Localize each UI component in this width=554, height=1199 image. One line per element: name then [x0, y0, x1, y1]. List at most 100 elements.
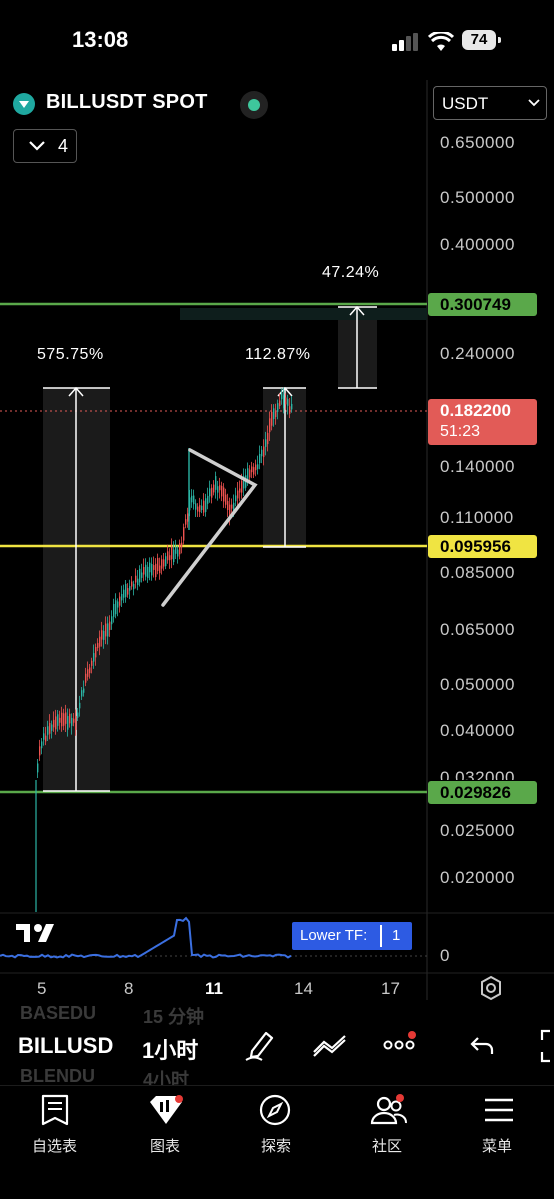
fullscreen-icon[interactable] — [536, 1028, 554, 1064]
candle — [49, 723, 51, 734]
candle — [287, 399, 289, 406]
candle-countdown: 51:23 — [440, 423, 481, 440]
candle — [69, 713, 71, 724]
indicators-icon[interactable] — [312, 1034, 348, 1058]
candle — [187, 513, 189, 522]
candle — [277, 403, 279, 412]
candle — [141, 572, 143, 578]
nav-watchlist[interactable]: 自选表 — [32, 1135, 77, 1156]
candle — [41, 741, 43, 749]
candle — [211, 487, 213, 498]
candle — [51, 724, 53, 731]
candle — [53, 719, 55, 728]
candle — [103, 630, 105, 640]
candle — [109, 621, 111, 630]
nav-chart[interactable]: 图表 — [150, 1135, 180, 1156]
candle — [107, 623, 109, 637]
candle — [67, 716, 69, 730]
indicator-zero-label: 0 — [440, 946, 450, 965]
candle — [81, 690, 83, 697]
candle — [213, 484, 215, 493]
candle — [279, 400, 281, 407]
interval-picker[interactable]: 1小时 — [142, 1033, 198, 1065]
candle — [99, 636, 101, 647]
candle — [115, 600, 117, 615]
chart-settings-icon[interactable] — [478, 975, 504, 1001]
candle — [251, 466, 253, 473]
undo-icon[interactable] — [470, 1034, 496, 1058]
candle — [249, 469, 251, 478]
nav-explore[interactable]: 探索 — [261, 1135, 291, 1156]
candle — [181, 542, 183, 548]
candle — [201, 505, 203, 511]
candle — [135, 575, 137, 583]
candle — [65, 712, 67, 724]
menu-icon[interactable] — [484, 1097, 514, 1123]
nav-menu[interactable]: 菜单 — [482, 1135, 512, 1156]
candle — [153, 565, 155, 570]
candle — [47, 726, 49, 735]
measure-left-label: 575.75% — [37, 346, 104, 363]
price-axis-label: 0.500000 — [440, 188, 515, 207]
candle — [123, 589, 125, 598]
candle — [267, 432, 269, 445]
candle — [235, 495, 237, 502]
candle — [155, 563, 157, 578]
candle — [183, 527, 185, 541]
candle — [83, 688, 85, 693]
candle — [261, 449, 263, 457]
candle — [37, 763, 39, 773]
ghost-symbol-above: BASEDU — [20, 1003, 97, 1023]
price-axis-label: 0.032000 — [440, 768, 515, 780]
community-icon[interactable] — [370, 1093, 408, 1127]
candle — [265, 439, 267, 447]
drawing-pen-icon[interactable] — [244, 1029, 276, 1063]
candle — [117, 601, 119, 608]
explore-compass-icon[interactable] — [258, 1093, 292, 1127]
price-axis-label: 0.650000 — [440, 133, 515, 152]
current-price-value: 0.182200 — [440, 401, 511, 420]
symbol-picker[interactable]: BILLUSD — [18, 1033, 113, 1059]
candle — [111, 616, 113, 625]
candle — [143, 567, 145, 575]
watchlist-icon[interactable] — [40, 1093, 70, 1127]
ghost-symbol-below: BLENDU — [20, 1066, 95, 1086]
candle — [209, 488, 211, 497]
candle — [91, 660, 93, 666]
candle — [199, 505, 201, 513]
candle — [173, 549, 175, 563]
more-options-icon[interactable] — [383, 1030, 419, 1054]
candle — [247, 468, 249, 481]
candle — [197, 506, 199, 512]
candle — [215, 476, 217, 490]
candle — [239, 488, 241, 493]
candle — [127, 588, 129, 595]
candle — [55, 716, 57, 730]
candle — [157, 558, 159, 571]
candle — [43, 733, 45, 740]
candle — [253, 467, 255, 475]
candle — [39, 746, 41, 756]
candle — [289, 406, 291, 414]
candle — [57, 714, 59, 726]
candle — [275, 411, 277, 417]
candle — [273, 408, 275, 419]
candle — [205, 498, 207, 512]
candle — [177, 549, 179, 557]
candle — [179, 543, 181, 555]
chart-nav-icon[interactable] — [148, 1094, 184, 1126]
candle — [145, 564, 147, 577]
candle — [95, 647, 97, 658]
candle — [169, 555, 171, 561]
candle — [45, 735, 47, 742]
candle — [175, 546, 177, 554]
candle — [221, 485, 223, 497]
candle — [101, 630, 103, 640]
candle — [79, 702, 81, 709]
candle — [119, 596, 121, 606]
candle — [113, 604, 115, 617]
candle — [283, 395, 285, 409]
nav-community[interactable]: 社区 — [372, 1135, 402, 1156]
candle — [75, 716, 77, 730]
candle — [281, 393, 283, 400]
